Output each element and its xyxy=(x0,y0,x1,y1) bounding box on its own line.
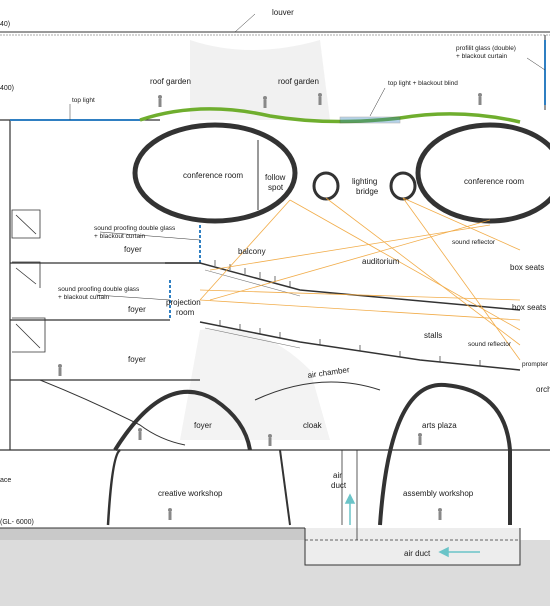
label-top-light-blackout: top light + blackout blind xyxy=(388,80,458,87)
top-light-blind xyxy=(339,116,401,124)
section-drawing: louver profilit glass (double) + blackou… xyxy=(0,0,550,606)
label-follow-spot-1: follow xyxy=(265,173,286,182)
label-auditorium: auditorium xyxy=(362,257,400,266)
label-arts-plaza: arts plaza xyxy=(422,421,457,430)
label-lighting-bridge-1: lighting xyxy=(352,177,377,186)
label-assembly-workshop: assembly workshop xyxy=(403,489,474,498)
basement-slab xyxy=(0,528,305,540)
label-top-light: top light xyxy=(72,97,95,104)
label-foyer-4: foyer xyxy=(194,421,212,430)
label-profilit-glass: profilit glass (double) xyxy=(456,45,516,52)
level-second: 400) xyxy=(0,85,14,92)
label-balcony: balcony xyxy=(238,247,266,256)
label-cloak: cloak xyxy=(303,421,323,430)
label-lighting-bridge-2: bridge xyxy=(356,187,379,196)
basement-duct-pit xyxy=(304,528,521,566)
label-follow-spot-2: spot xyxy=(268,183,284,192)
lighting-pod-1 xyxy=(312,171,340,201)
label-foyer-2: foyer xyxy=(128,305,146,314)
ramp xyxy=(39,379,186,446)
label-sound-proofing-2b: + blackout curtain xyxy=(58,294,110,301)
conference-pod-right xyxy=(415,122,550,224)
label-air-duct-v2: duct xyxy=(331,481,347,490)
label-conference-room-left: conference room xyxy=(183,171,243,180)
label-blackout-curtain-right: + blackout curtain xyxy=(456,53,508,60)
label-louver: louver xyxy=(272,8,294,17)
label-box-seats-2: box seats xyxy=(512,303,546,312)
level-basement: (GL- 6000) xyxy=(0,519,34,526)
arch-right xyxy=(378,382,512,526)
label-air-duct-v1: air xyxy=(333,471,342,480)
label-sound-reflector-mid: sound reflector xyxy=(468,341,512,348)
label-air-duct-h: air duct xyxy=(404,549,431,558)
label-projection-1: projection xyxy=(166,298,201,307)
label-sound-proofing-2a: sound proofing double glass xyxy=(58,286,140,293)
level-ground: ace xyxy=(0,477,11,484)
label-orch: orch xyxy=(536,385,550,394)
label-roof-garden-left: roof garden xyxy=(150,77,191,86)
level-top: 40) xyxy=(0,21,10,28)
label-foyer-3: foyer xyxy=(128,355,146,364)
label-sound-proofing-1a: sound proofing double glass xyxy=(94,225,176,232)
stairs-left xyxy=(11,209,46,353)
label-projection-2: room xyxy=(176,308,195,317)
label-air-chamber: air chamber xyxy=(307,365,350,380)
label-creative-workshop: creative workshop xyxy=(158,489,223,498)
arch-bottom-left xyxy=(106,448,121,526)
label-conference-room-right: conference room xyxy=(464,177,524,186)
lighting-pod-2 xyxy=(389,171,417,201)
label-prompter: prompter xyxy=(522,361,549,368)
label-sound-proofing-1b: + blackout curtain xyxy=(94,233,146,240)
label-foyer-1: foyer xyxy=(124,245,142,254)
label-roof-garden-right: roof garden xyxy=(278,77,319,86)
label-sound-reflector-top: sound reflector xyxy=(452,239,496,246)
label-box-seats-1: box seats xyxy=(510,263,544,272)
label-stalls: stalls xyxy=(424,331,442,340)
